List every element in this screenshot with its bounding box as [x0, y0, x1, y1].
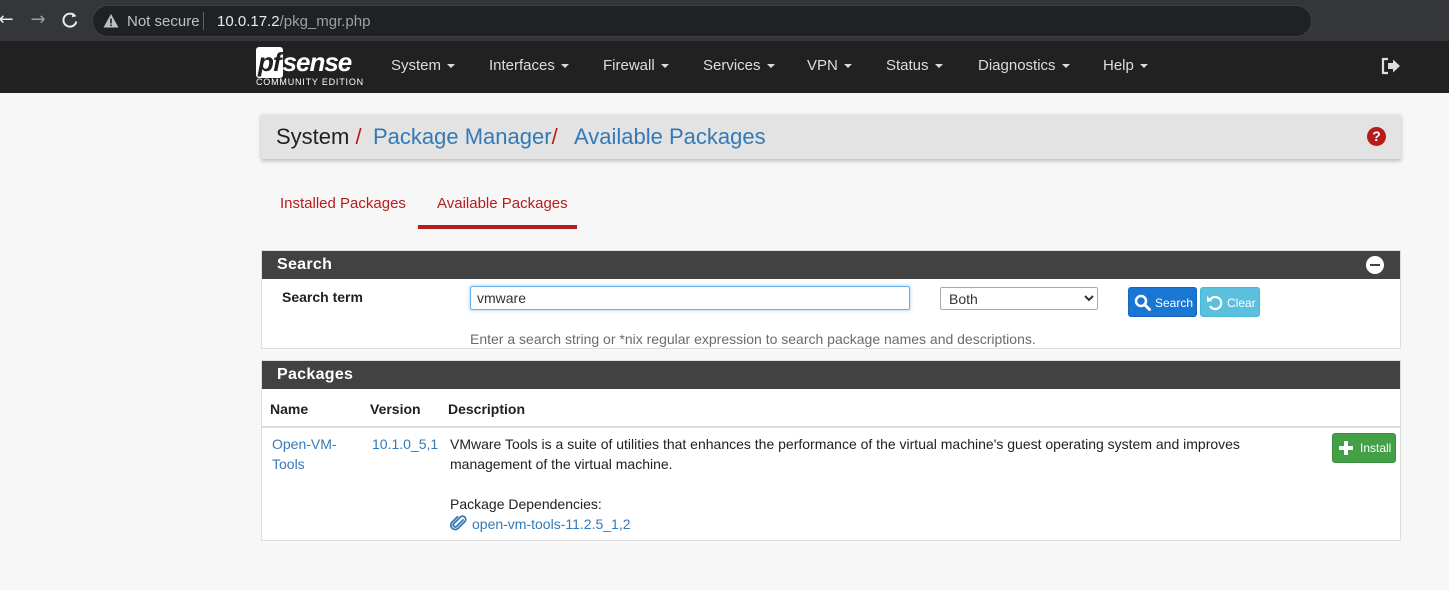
package-name-line1: Open-VM-	[272, 436, 337, 452]
caret-down-icon	[766, 64, 775, 69]
url-divider	[203, 12, 204, 30]
package-description: VMware Tools is a suite of utilities tha…	[449, 434, 1240, 534]
clear-button-label: Clear	[1227, 296, 1256, 310]
column-header-name: Name	[270, 401, 309, 417]
reload-icon[interactable]	[58, 8, 82, 32]
url-path: /pkg_mgr.php	[279, 13, 371, 30]
install-button[interactable]: Install	[1332, 433, 1396, 463]
menu-system[interactable]: System	[391, 41, 456, 93]
breadcrumb-package-manager[interactable]: Package Manager/	[373, 124, 558, 150]
breadcrumb: System / Package Manager/ Available Pack…	[261, 114, 1401, 159]
menu-diagnostics[interactable]: Diagnostics	[978, 41, 1070, 93]
dependency-name: open-vm-tools-11.2.5_1,2	[472, 516, 631, 532]
logo-sense: sense	[282, 47, 353, 77]
breadcrumb-root: System	[276, 124, 350, 149]
tab-available-packages[interactable]: Available Packages	[437, 195, 568, 212]
search-panel: Search Search term Both Search Clear Ent…	[261, 250, 1401, 349]
menu-label: Diagnostics	[978, 57, 1056, 74]
search-panel-title: Search	[262, 251, 1400, 279]
search-term-label: Search term	[282, 289, 363, 305]
install-button-label: Install	[1360, 441, 1392, 455]
menu-label: Help	[1103, 57, 1134, 74]
url-text[interactable]: 10.0.17.2/pkg_mgr.php	[217, 13, 370, 30]
menu-interfaces[interactable]: Interfaces	[489, 41, 569, 93]
breadcrumb-system: System /	[276, 124, 362, 150]
search-button-label: Search	[1155, 296, 1194, 310]
menu-vpn[interactable]: VPN	[807, 41, 852, 93]
warning-icon[interactable]	[103, 13, 119, 29]
menu-status[interactable]: Status	[886, 41, 943, 93]
caret-down-icon	[1061, 64, 1070, 69]
description-line1: VMware Tools is a suite of utilities tha…	[450, 436, 1240, 452]
search-scope-select[interactable]: Both	[940, 287, 1098, 310]
menu-label: System	[391, 57, 442, 74]
package-name-line2: Tools	[272, 456, 305, 472]
search-help-text: Enter a search string or *nix regular ex…	[470, 331, 1036, 347]
dependencies-label: Package Dependencies:	[450, 496, 602, 512]
pfsense-logo[interactable]: pfsense COMMUNITY EDITION	[256, 47, 366, 89]
package-version-link[interactable]: 10.1.0_5,1	[372, 434, 438, 454]
breadcrumb-sep: /	[551, 124, 558, 149]
description-line2: management of the virtual machine.	[450, 456, 673, 472]
active-tab-indicator	[418, 225, 577, 229]
help-icon[interactable]: ?	[1367, 127, 1386, 146]
logout-icon[interactable]	[1381, 57, 1401, 75]
menu-services[interactable]: Services	[703, 41, 775, 93]
browser-toolbar: ← → Not secure 10.0.17.2/pkg_mgr.php	[0, 0, 1449, 41]
security-label: Not secure	[127, 13, 200, 30]
caret-down-icon	[934, 64, 943, 69]
back-arrow-icon[interactable]: ←	[0, 8, 18, 32]
packages-panel-title: Packages	[262, 361, 1400, 389]
menu-label: Interfaces	[489, 57, 555, 74]
package-name-link[interactable]: Open-VM- Tools	[272, 434, 337, 474]
search-input[interactable]	[470, 286, 910, 310]
search-button[interactable]: Search	[1128, 287, 1197, 317]
dependency-link[interactable]: open-vm-tools-11.2.5_1,2	[449, 514, 1240, 534]
paperclip-icon	[449, 515, 467, 531]
column-header-version: Version	[370, 401, 421, 417]
menu-label: Services	[703, 57, 761, 74]
collapse-icon[interactable]	[1366, 256, 1384, 274]
forward-arrow-icon[interactable]: →	[26, 8, 50, 32]
tab-installed-packages[interactable]: Installed Packages	[280, 195, 406, 212]
table-header-divider	[262, 426, 1400, 428]
column-header-description: Description	[448, 401, 526, 417]
breadcrumb-available-packages[interactable]: Available Packages	[574, 124, 766, 150]
logo-edition: COMMUNITY EDITION	[256, 77, 364, 87]
menu-label: VPN	[807, 57, 838, 74]
search-icon	[1134, 294, 1151, 311]
caret-down-icon	[843, 64, 852, 69]
breadcrumb-level1: Package Manager	[373, 124, 552, 149]
logo-pf: pf	[256, 47, 283, 78]
caret-down-icon	[660, 64, 669, 69]
url-host: 10.0.17.2	[217, 13, 280, 30]
caret-down-icon	[560, 64, 569, 69]
clear-button[interactable]: Clear	[1200, 287, 1260, 317]
menu-help[interactable]: Help	[1103, 41, 1148, 93]
undo-icon	[1207, 295, 1223, 311]
packages-panel: Packages Name Version Description Open-V…	[261, 360, 1401, 541]
breadcrumb-sep: /	[355, 124, 362, 149]
menu-label: Status	[886, 57, 929, 74]
top-navbar: pfsense COMMUNITY EDITION System Interfa…	[0, 41, 1449, 93]
menu-firewall[interactable]: Firewall	[603, 41, 669, 93]
caret-down-icon	[447, 64, 456, 69]
menu-label: Firewall	[603, 57, 655, 74]
address-bar[interactable]: Not secure 10.0.17.2/pkg_mgr.php	[92, 5, 1312, 37]
caret-down-icon	[1139, 64, 1148, 69]
plus-icon	[1339, 441, 1353, 455]
